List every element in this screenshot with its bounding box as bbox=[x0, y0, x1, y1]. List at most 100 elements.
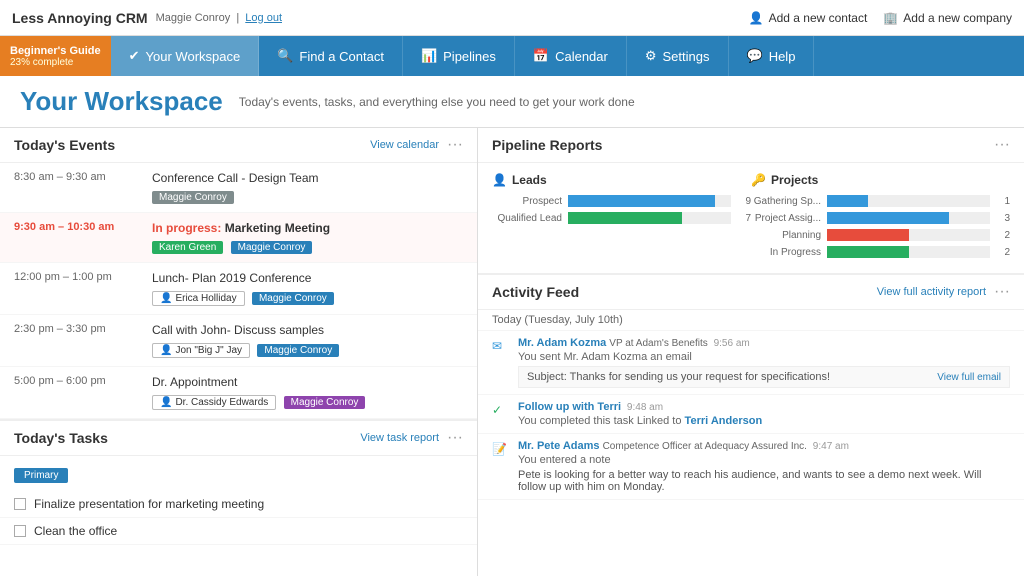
pipeline-label: Project Assig... bbox=[751, 213, 821, 224]
pipelines-icon: 📊 bbox=[421, 48, 437, 64]
activity-person-name[interactable]: Mr. Adam Kozma bbox=[518, 337, 606, 349]
event-tag-maggie2[interactable]: Maggie Conroy bbox=[252, 292, 334, 305]
activity-header-row: Mr. Pete Adams Competence Officer at Ade… bbox=[518, 440, 1010, 452]
event-title: Conference Call - Design Team bbox=[152, 171, 319, 185]
add-company-button[interactable]: 🏢 Add a new company bbox=[883, 11, 1012, 25]
pipeline-bar-wrap bbox=[827, 212, 990, 224]
event-tag-maggie[interactable]: Maggie Conroy bbox=[231, 241, 313, 254]
event-details: Dr. Appointment 👤 Dr. Cassidy Edwards Ma… bbox=[152, 375, 463, 410]
event-title: Call with John- Discuss samples bbox=[152, 323, 324, 337]
event-tag-erica[interactable]: 👤 Erica Holliday bbox=[152, 291, 245, 306]
events-more-icon[interactable]: ··· bbox=[447, 136, 463, 154]
event-tag-cassidy[interactable]: 👤 Dr. Cassidy Edwards bbox=[152, 395, 276, 410]
event-tag-maggie4[interactable]: Maggie Conroy bbox=[284, 396, 366, 409]
projects-icon: 🔑 bbox=[751, 173, 766, 187]
event-title: Marketing Meeting bbox=[225, 221, 330, 235]
activity-more-icon[interactable]: ··· bbox=[994, 283, 1010, 301]
page-subtitle: Today's events, tasks, and everything el… bbox=[239, 95, 635, 109]
person-icon: 👤 bbox=[749, 11, 764, 25]
pipeline-bar-wrap bbox=[827, 229, 990, 241]
activity-note-text: Subject: Thanks for sending us your requ… bbox=[527, 371, 830, 383]
view-full-email-link[interactable]: View full email bbox=[937, 372, 1001, 383]
view-calendar-link[interactable]: View calendar bbox=[370, 139, 439, 151]
nav-settings[interactable]: ⚙ Settings bbox=[627, 36, 729, 76]
page-header: Your Workspace Today's events, tasks, an… bbox=[0, 76, 1024, 128]
event-time: 8:30 am – 9:30 am bbox=[14, 171, 144, 183]
event-details: In progress: Marketing Meeting Karen Gre… bbox=[152, 221, 463, 254]
pipeline-count: 9 bbox=[737, 196, 751, 207]
tasks-section-header: Today's Tasks View task report ··· bbox=[0, 421, 477, 456]
add-contact-button[interactable]: 👤 Add a new contact bbox=[749, 11, 868, 25]
settings-icon: ⚙ bbox=[645, 48, 657, 64]
activity-time: 9:56 am bbox=[711, 338, 750, 349]
pipeline-bar bbox=[827, 246, 909, 258]
logout-link[interactable]: Log out bbox=[245, 12, 282, 24]
top-bar-right: 👤 Add a new contact 🏢 Add a new company bbox=[749, 11, 1012, 25]
activity-task-name[interactable]: Follow up with Terri bbox=[518, 401, 621, 413]
tasks-title: Today's Tasks bbox=[14, 430, 108, 446]
pipeline-row: Prospect 9 bbox=[492, 195, 751, 207]
event-item: 8:30 am – 9:30 am Conference Call - Desi… bbox=[0, 163, 477, 213]
activity-person-name2[interactable]: Mr. Pete Adams bbox=[518, 440, 600, 452]
right-panel: Pipeline Reports ··· 👤 Leads Prospect 9 bbox=[478, 128, 1024, 576]
activity-header-row: Follow up with Terri 9:48 am bbox=[518, 401, 1010, 413]
beginners-guide-button[interactable]: Beginner's Guide 23% complete bbox=[0, 36, 111, 76]
add-company-label: Add a new company bbox=[903, 11, 1012, 25]
projects-col: 🔑 Projects Gathering Sp... 1 Project Ass… bbox=[751, 173, 1010, 263]
company-icon: 🏢 bbox=[883, 11, 898, 25]
event-item: 2:30 pm – 3:30 pm Call with John- Discus… bbox=[0, 315, 477, 367]
leads-title: 👤 Leads bbox=[492, 173, 751, 187]
event-tag[interactable]: Maggie Conroy bbox=[152, 191, 234, 204]
activity-note-text2: Pete is looking for a better way to reac… bbox=[518, 469, 1010, 493]
pipeline-bar-wrap bbox=[827, 195, 990, 207]
task-label: Finalize presentation for marketing meet… bbox=[34, 497, 264, 511]
activity-section: Activity Feed View full activity report … bbox=[478, 273, 1024, 500]
activity-header: Activity Feed View full activity report … bbox=[478, 275, 1024, 310]
event-tag-maggie3[interactable]: Maggie Conroy bbox=[257, 344, 339, 357]
pipeline-label: In Progress bbox=[751, 247, 821, 258]
view-full-activity-link[interactable]: View full activity report bbox=[877, 286, 986, 298]
activity-role2: Competence Officer at Adequacy Assured I… bbox=[603, 441, 807, 452]
task-checkbox[interactable] bbox=[14, 498, 26, 510]
pipeline-bar bbox=[827, 212, 949, 224]
username: Maggie Conroy bbox=[156, 12, 231, 24]
activity-note-box: Subject: Thanks for sending us your requ… bbox=[518, 366, 1010, 388]
nav-pipelines[interactable]: 📊 Pipelines bbox=[403, 36, 515, 76]
pipeline-row: Gathering Sp... 1 bbox=[751, 195, 1010, 207]
projects-title: 🔑 Projects bbox=[751, 173, 1010, 187]
find-icon: 🔍 bbox=[277, 48, 293, 64]
activity-desc2: You entered a note bbox=[518, 454, 1010, 466]
nav-calendar[interactable]: 📅 Calendar bbox=[515, 36, 627, 76]
tasks-more-icon[interactable]: ··· bbox=[447, 429, 463, 447]
activity-terri-link[interactable]: Terri Anderson bbox=[685, 415, 763, 427]
note-icon: 📝 bbox=[492, 440, 510, 456]
task-label: Clean the office bbox=[34, 524, 117, 538]
task-checkbox[interactable] bbox=[14, 525, 26, 537]
activity-time: 9:48 am bbox=[624, 402, 663, 413]
view-task-report-link[interactable]: View task report bbox=[360, 432, 439, 444]
event-tag-karen[interactable]: Karen Green bbox=[152, 241, 223, 254]
add-contact-label: Add a new contact bbox=[769, 11, 868, 25]
pipeline-section-header: Pipeline Reports ··· bbox=[478, 128, 1024, 163]
pipeline-bar bbox=[827, 195, 868, 207]
find-contact-label: Find a Contact bbox=[299, 49, 384, 64]
event-item: 5:00 pm – 6:00 pm Dr. Appointment 👤 Dr. … bbox=[0, 367, 477, 419]
activity-header-row: Mr. Adam Kozma VP at Adam's Benefits 9:5… bbox=[518, 337, 1010, 349]
in-progress-label: In progress: bbox=[152, 221, 221, 235]
event-tag-jon[interactable]: 👤 Jon "Big J" Jay bbox=[152, 343, 250, 358]
event-details: Call with John- Discuss samples 👤 Jon "B… bbox=[152, 323, 463, 358]
top-bar: Less Annoying CRM Maggie Conroy | Log ou… bbox=[0, 0, 1024, 36]
pipeline-bar bbox=[827, 229, 909, 241]
top-bar-left: Less Annoying CRM Maggie Conroy | Log ou… bbox=[12, 10, 282, 26]
nav-your-workspace[interactable]: ✔ Your Workspace bbox=[111, 36, 260, 76]
guide-title: Beginner's Guide bbox=[10, 45, 101, 57]
task-item: Finalize presentation for marketing meet… bbox=[0, 491, 477, 518]
activity-date: Today (Tuesday, July 10th) bbox=[478, 310, 1024, 331]
nav-find-contact[interactable]: 🔍 Find a Contact bbox=[259, 36, 403, 76]
pipeline-more-icon[interactable]: ··· bbox=[994, 136, 1010, 154]
pipeline-label: Gathering Sp... bbox=[751, 196, 821, 207]
event-details: Lunch- Plan 2019 Conference 👤 Erica Holl… bbox=[152, 271, 463, 306]
nav-help[interactable]: 💬 Help bbox=[729, 36, 815, 76]
event-name: Dr. Appointment bbox=[152, 375, 463, 389]
workspace-icon: ✔ bbox=[129, 48, 140, 64]
